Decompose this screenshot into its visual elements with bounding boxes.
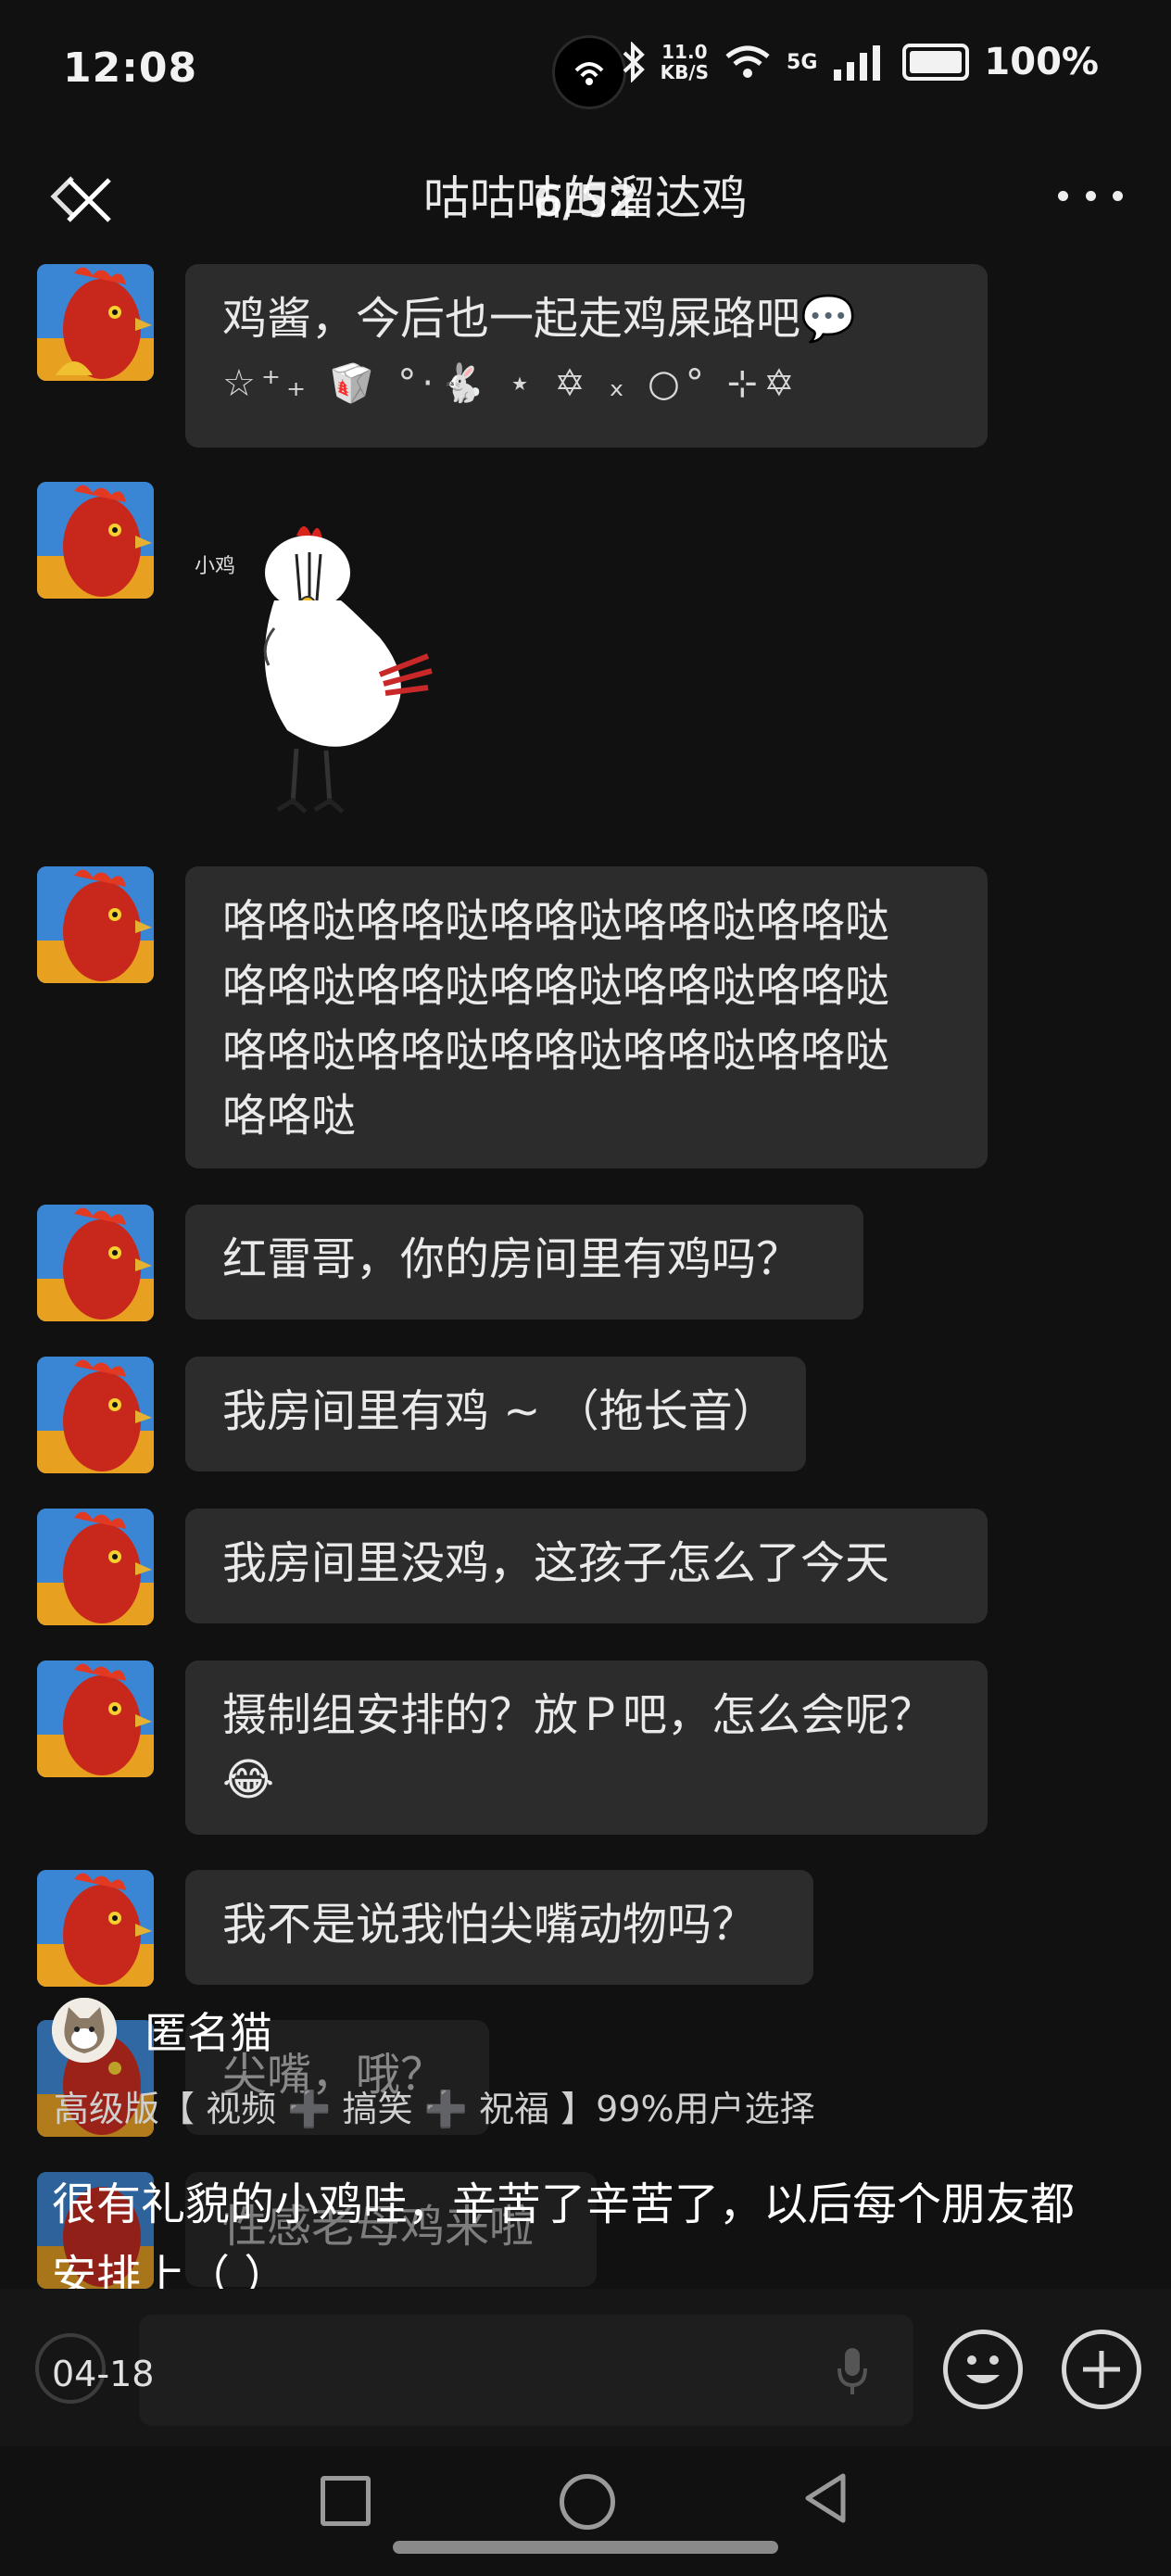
back-icon[interactable] xyxy=(802,2472,849,2524)
message-text: 咯咯哒咯咯哒咯咯哒咯咯哒咯咯哒 xyxy=(222,895,890,947)
message-text: 咯咯哒 xyxy=(222,1090,357,1142)
message-emoji: 😂 xyxy=(222,1754,275,1806)
message-bubble[interactable]: 我房间里没鸡，这孩子怎么了今天 xyxy=(185,1509,988,1623)
message-text: 红雷哥，你的房间里有鸡吗？ xyxy=(222,1233,801,1285)
message-bubble[interactable]: 咯咯哒咯咯哒咯咯哒咯咯哒咯咯哒 咯咯哒咯咯哒咯咯哒咯咯哒咯咯哒 咯咯哒咯咯哒咯咯… xyxy=(185,866,988,1168)
message-text: 咯咯哒咯咯哒咯咯哒咯咯哒咯咯哒 xyxy=(222,960,890,1012)
home-icon[interactable] xyxy=(560,2474,615,2530)
avatar[interactable] xyxy=(37,1870,154,1987)
recents-icon[interactable] xyxy=(321,2476,371,2526)
post-date: 04-18 xyxy=(52,2354,155,2394)
overlay-username: 匿名猫 xyxy=(145,2008,272,2058)
status-icons: 11.0 KB/S 5G 100% xyxy=(622,41,1099,83)
message-bubble[interactable]: 红雷哥，你的房间里有鸡吗？ xyxy=(185,1205,863,1320)
bluetooth-icon xyxy=(623,42,645,82)
signal-icon xyxy=(834,45,881,81)
message-bubble[interactable]: 我房间里有鸡 ~ （拖长音） xyxy=(185,1357,806,1471)
input-bar: 04-18 xyxy=(0,2289,1171,2446)
mic-icon[interactable] xyxy=(836,2346,869,2398)
message-bubble[interactable]: 我不是说我怕尖嘴动物吗？ xyxy=(185,1870,813,1985)
avatar[interactable] xyxy=(37,264,154,381)
message-text: 鸡酱，今后也一起走鸡屎路吧💬 xyxy=(222,293,856,345)
message-input[interactable] xyxy=(139,2315,913,2426)
avatar[interactable] xyxy=(37,1661,154,1777)
status-time: 12:08 xyxy=(63,44,198,92)
message-text: 我不是说我怕尖嘴动物吗？ xyxy=(222,1899,757,1951)
overlay-user: 匿名猫 xyxy=(52,1998,272,2063)
message-bubble[interactable]: 摄制组安排的？放Ｐ吧，怎么会呢？ 😂 xyxy=(185,1661,988,1835)
status-bar: 12:08 11.0 KB/S 5G 100% xyxy=(0,0,1171,139)
sticker-caption: 小鸡 xyxy=(195,555,235,578)
page-counter: 6/52 xyxy=(533,176,638,226)
message-text: 摄制组安排的？放Ｐ吧，怎么会呢？ xyxy=(222,1689,935,1741)
chicken-sticker[interactable]: 小鸡 xyxy=(185,499,454,832)
message-text: 咯咯哒咯咯哒咯咯哒咯咯哒咯咯哒 xyxy=(222,1025,890,1077)
message-bubble[interactable]: 鸡酱，今后也一起走鸡屎路吧💬 ☆⁺₊ 🥡 °·🐇 ⋆ ✡ ₓ ○° ⊹✡ xyxy=(185,264,988,448)
plus-icon[interactable] xyxy=(1062,2330,1141,2409)
hotspot-icon xyxy=(552,35,626,109)
more-dots-icon[interactable] xyxy=(1058,182,1123,209)
battery-icon xyxy=(902,44,970,81)
avatar[interactable] xyxy=(37,866,154,983)
net-speed: 11.0 KB/S xyxy=(661,42,709,82)
message-text: 我房间里没鸡，这孩子怎么了今天 xyxy=(222,1537,890,1589)
avatar[interactable] xyxy=(37,482,154,599)
avatar[interactable] xyxy=(37,1357,154,1473)
chat-header: 咕咕咕的溜达鸡 6/52 xyxy=(0,139,1171,250)
cat-avatar-icon[interactable] xyxy=(52,1998,117,2063)
message-text: 我房间里有鸡 ~ （拖长音） xyxy=(222,1385,777,1437)
emoji-icon[interactable] xyxy=(943,2330,1023,2409)
net-speed-unit: KB/S xyxy=(660,61,710,83)
system-nav-bar xyxy=(0,2446,1171,2576)
wifi-icon xyxy=(725,45,770,78)
message-decoration: ☆⁺₊ 🥡 °·🐇 ⋆ ✡ ₓ ○° ⊹✡ xyxy=(222,362,800,405)
net-speed-value: 11.0 xyxy=(661,41,708,63)
gesture-bar[interactable] xyxy=(393,2541,778,2554)
network-type: 5G xyxy=(787,50,818,74)
overlay-tags: 高级版【 视频 ➕ 搞笑 ➕ 祝福 】99%用户选择 xyxy=(54,2089,815,2129)
avatar[interactable] xyxy=(37,1509,154,1625)
overlay-caption-line: 很有礼貌的小鸡哇，辛苦了辛苦了，以后每个朋友都 xyxy=(52,2178,1076,2230)
avatar[interactable] xyxy=(37,1205,154,1321)
battery-level: 100% xyxy=(984,41,1099,83)
